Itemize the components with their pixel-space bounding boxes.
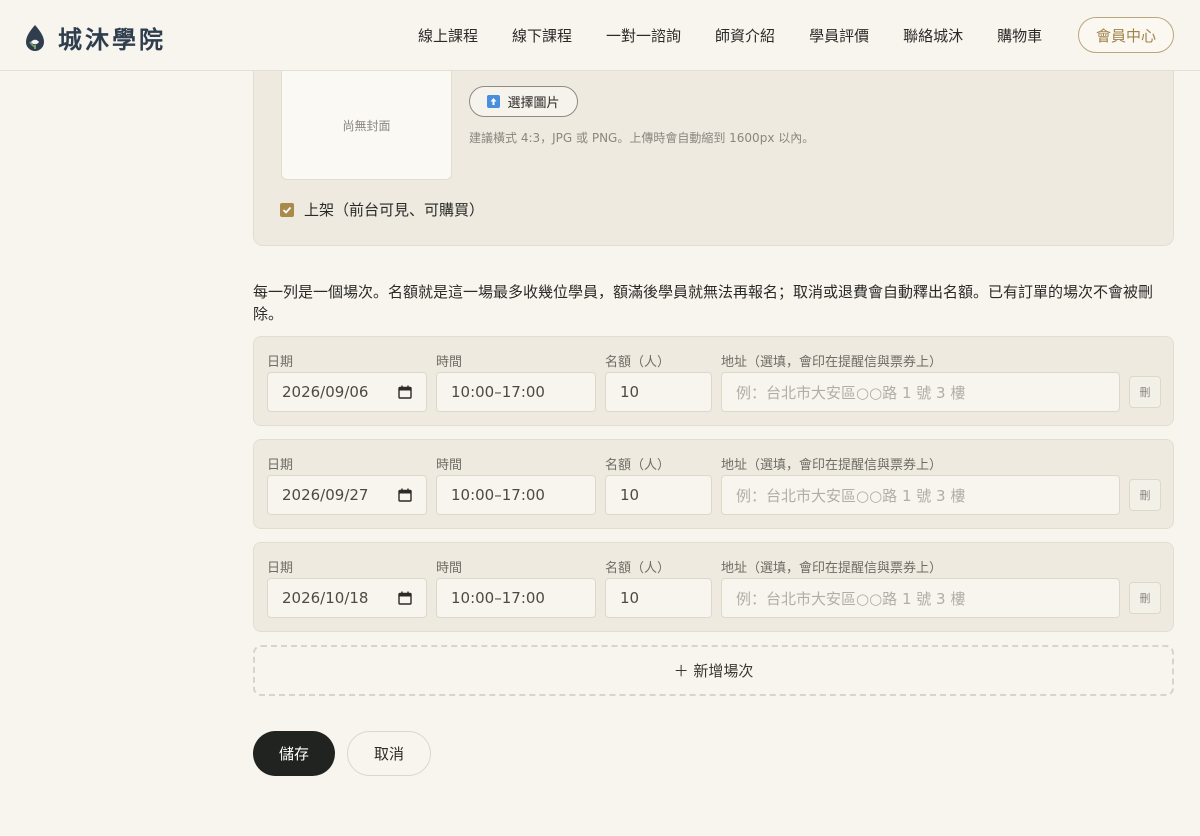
address-input[interactable]: 例：台北市大安區○○路 1 號 3 樓	[721, 372, 1120, 412]
publish-checkbox[interactable]	[280, 202, 294, 217]
cover-hint: 建議橫式 4:3，JPG 或 PNG。上傳時會自動縮到 1600px 以內。	[469, 131, 815, 145]
brand-name: 城沐學院	[58, 26, 166, 54]
nav-cart[interactable]: 購物車	[997, 25, 1042, 46]
upload-icon	[487, 95, 501, 108]
address-input[interactable]: 例：台北市大安區○○路 1 號 3 樓	[721, 578, 1120, 618]
quota-input[interactable]: 10	[605, 475, 712, 515]
time-input[interactable]: 10:00–17:00	[436, 475, 596, 515]
time-label: 時間	[436, 561, 463, 576]
cover-card: 尚無封面 選擇圖片 建議橫式 4:3，JPG 或 PNG。上傳時會自動縮到 16…	[253, 71, 1174, 246]
date-value: 2026/09/06	[282, 383, 369, 401]
address-label: 地址（選填，會印在提醒信與票券上）	[721, 561, 943, 576]
date-label: 日期	[267, 458, 294, 473]
sessions-description: 每一列是一個場次。名額就是這一場最多收幾位學員，額滿後學員就無法再報名；取消或退…	[253, 283, 1154, 323]
member-center-button[interactable]: 會員中心	[1078, 17, 1174, 53]
date-input[interactable]: 2026/09/06	[267, 372, 427, 412]
quota-label: 名額（人）	[605, 355, 671, 370]
publish-toggle[interactable]: 上架（前台可見、可購買）	[280, 199, 484, 220]
time-label: 時間	[436, 458, 463, 473]
calendar-icon[interactable]	[398, 591, 412, 605]
session-row: 日期 時間 名額（人） 地址（選填，會印在提醒信與票券上） 2026/09/06…	[253, 336, 1174, 426]
date-value: 2026/10/18	[282, 589, 369, 607]
nav-offline-courses[interactable]: 線下課程	[512, 25, 572, 46]
calendar-icon[interactable]	[398, 488, 412, 502]
session-row: 日期 時間 名額（人） 地址（選填，會印在提醒信與票券上） 2026/10/18…	[253, 542, 1174, 632]
delete-session-button[interactable]: 刪	[1129, 479, 1161, 511]
choose-image-label: 選擇圖片	[507, 96, 560, 111]
quota-input[interactable]: 10	[605, 578, 712, 618]
date-input[interactable]: 2026/09/27	[267, 475, 427, 515]
brand-logo-icon	[26, 24, 44, 51]
quota-label: 名額（人）	[605, 458, 671, 473]
nav-online-courses[interactable]: 線上課程	[418, 25, 478, 46]
time-input[interactable]: 10:00–17:00	[436, 372, 596, 412]
nav-contact[interactable]: 聯絡城沐	[903, 25, 963, 46]
time-input[interactable]: 10:00–17:00	[436, 578, 596, 618]
brand[interactable]: 城沐學院	[24, 20, 166, 55]
address-label: 地址（選填，會印在提醒信與票券上）	[721, 355, 943, 370]
choose-image-button[interactable]: 選擇圖片	[469, 86, 578, 117]
site-header: 城沐學院 線上課程 線下課程 一對一諮詢 師資介紹 學員評價 聯絡城沐 購物車 …	[0, 0, 1200, 71]
quota-label: 名額（人）	[605, 561, 671, 576]
delete-session-button[interactable]: 刪	[1129, 582, 1161, 614]
cancel-button[interactable]: 取消	[347, 731, 431, 776]
date-value: 2026/09/27	[282, 486, 369, 504]
delete-session-button[interactable]: 刪	[1129, 376, 1161, 408]
nav-consultation[interactable]: 一對一諮詢	[606, 25, 681, 46]
date-label: 日期	[267, 355, 294, 370]
main-nav: 線上課程 線下課程 一對一諮詢 師資介紹 學員評價 聯絡城沐 購物車	[418, 0, 1076, 71]
save-button[interactable]: 儲存	[253, 731, 335, 776]
nav-teachers[interactable]: 師資介紹	[715, 25, 775, 46]
date-input[interactable]: 2026/10/18	[267, 578, 427, 618]
quota-input[interactable]: 10	[605, 372, 712, 412]
nav-reviews[interactable]: 學員評價	[809, 25, 869, 46]
cover-preview: 尚無封面	[281, 71, 452, 180]
calendar-icon[interactable]	[398, 385, 412, 399]
add-session-button[interactable]: ＋ 新增場次	[253, 645, 1174, 696]
address-input[interactable]: 例：台北市大安區○○路 1 號 3 樓	[721, 475, 1120, 515]
time-label: 時間	[436, 355, 463, 370]
publish-label: 上架（前台可見、可購買）	[304, 201, 485, 219]
session-row: 日期 時間 名額（人） 地址（選填，會印在提醒信與票券上） 2026/09/27…	[253, 439, 1174, 529]
date-label: 日期	[267, 561, 294, 576]
address-label: 地址（選填，會印在提醒信與票券上）	[721, 458, 943, 473]
